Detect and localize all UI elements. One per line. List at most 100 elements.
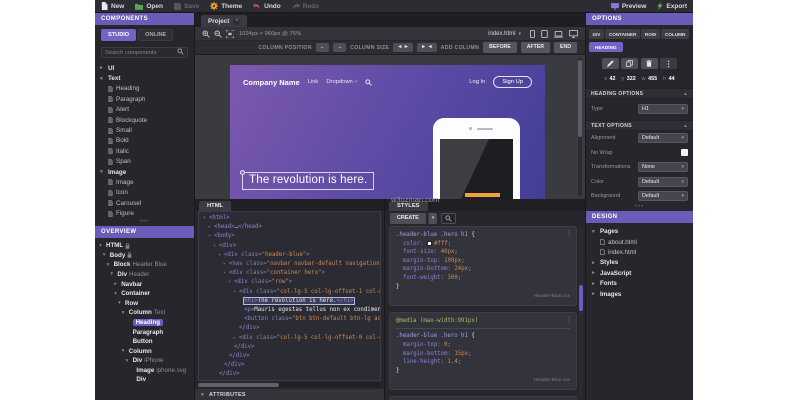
component-item-small[interactable]: Small <box>95 125 194 135</box>
move-column-left-button[interactable]: ← <box>315 42 329 53</box>
preview-brand[interactable]: Company Name <box>243 78 300 87</box>
tab-column[interactable]: COLUMN <box>661 29 689 39</box>
code-line[interactable]: ▾ <div> <box>201 242 380 251</box>
selected-code-node[interactable]: <h1>The revolution is here.</h1> <box>243 296 355 305</box>
more-button[interactable] <box>660 58 678 69</box>
design-item-fonts[interactable]: ▸ Fonts <box>586 278 693 288</box>
chevron-down-icon[interactable]: ▾ <box>100 169 105 175</box>
chevron-down-icon[interactable]: ▾ <box>114 291 119 297</box>
html-tab[interactable]: HTML <box>199 201 232 211</box>
code-line[interactable]: ▾ <div class="header-blue"> <box>201 251 380 260</box>
code-line[interactable]: </div> <box>201 324 380 333</box>
chevron-down-icon[interactable]: ▾ <box>122 348 127 354</box>
code-line[interactable]: ▾ <body> <box>201 232 380 241</box>
overview-node-column[interactable]: ▾ Column <box>95 346 194 356</box>
preview-nav-link[interactable]: Link <box>308 79 319 85</box>
code-line[interactable]: </div> <box>201 361 380 370</box>
chevron-down-icon[interactable]: ▾ <box>110 271 115 277</box>
undo-button[interactable]: Undo <box>253 3 281 10</box>
component-item-figure[interactable]: Figure <box>95 208 194 218</box>
horizontal-scrollbar[interactable] <box>198 383 381 387</box>
iphone-mockup-image[interactable] <box>433 118 520 199</box>
preview-button[interactable]: Preview <box>610 3 646 10</box>
code-line[interactable]: </div> <box>201 352 380 361</box>
chevron-down-icon[interactable]: ▾ <box>122 310 127 316</box>
overview-node-div[interactable]: Div <box>95 375 194 385</box>
code-line[interactable]: <h1>The revolution is here.</h1> <box>201 296 380 306</box>
component-group-text[interactable]: ▾ Text <box>95 73 194 83</box>
color-swatch[interactable] <box>426 240 432 246</box>
overview-node-row[interactable]: ▾ Row <box>95 298 194 308</box>
components-panel-header[interactable]: COMPONENTS <box>95 13 194 25</box>
component-item-heading[interactable]: Heading <box>95 84 194 94</box>
delete-button[interactable] <box>640 58 658 69</box>
chevron-up-icon[interactable]: ▲ <box>683 91 688 96</box>
chevron-down-icon[interactable]: ▾ <box>103 252 108 258</box>
background-select[interactable]: Default ▾ <box>638 191 688 202</box>
overview-node-div-iphone[interactable]: ▾ Div iPhone <box>95 356 194 366</box>
code-line[interactable]: ▸ <nav class="navbar navbar-default navig… <box>201 260 380 269</box>
component-item-image[interactable]: Image <box>95 177 194 187</box>
component-item-alert[interactable]: Alert <box>95 105 194 115</box>
open-button[interactable]: Open <box>135 3 163 10</box>
edit-button[interactable] <box>601 58 619 69</box>
tab-studio[interactable]: STUDIO <box>101 29 137 41</box>
move-column-right-button[interactable]: → <box>333 42 347 53</box>
alignment-select[interactable]: Default ▾ <box>638 133 688 144</box>
code-line[interactable]: ▾ <div class="col-lg-5 col-lg-offset-1 co… <box>201 288 380 297</box>
close-icon[interactable]: × <box>233 18 241 25</box>
page-select-dropdown[interactable]: index.html ▾ <box>488 31 521 37</box>
component-group-image[interactable]: ▾ Image <box>95 167 194 177</box>
overview-node-container[interactable]: ▾ Container <box>95 289 194 299</box>
chevron-up-icon[interactable]: ▲ <box>683 123 688 128</box>
chevron-right-icon[interactable]: ▸ <box>592 281 597 287</box>
code-line[interactable]: </div> <box>201 343 380 352</box>
page-preview-hero[interactable]: Company Name Link Dropdown ▾ Log In Sign U… <box>230 65 545 199</box>
code-line[interactable]: <p>Mauris egestas tellus non ex condimen… <box>201 306 380 315</box>
overview-node-div-header[interactable]: ▾ Div Header <box>95 270 194 280</box>
section-header-text-options[interactable]: TEXT OPTIONS ▲ <box>586 120 693 131</box>
zoom-in-icon[interactable] <box>202 25 210 43</box>
design-item-pages[interactable]: ▾ Pages <box>586 227 693 237</box>
overview-panel-header[interactable]: OVERVIEW <box>95 225 194 238</box>
component-item-span[interactable]: Span <box>95 157 194 167</box>
add-column-before-button[interactable]: BEFORE <box>483 42 517 53</box>
design-canvas[interactable]: Company Name Link Dropdown ▾ Log In Sign U… <box>195 55 585 199</box>
selected-heading-element[interactable]: The revolution is here. <box>240 170 375 190</box>
code-line[interactable]: ▾ <div class="container hero"> <box>201 269 380 278</box>
overview-node-heading[interactable]: Heading <box>95 318 194 328</box>
chevron-down-icon[interactable]: ▾ <box>99 243 104 249</box>
overview-node-navbar[interactable]: ▸ Navbar <box>95 279 194 289</box>
create-dropdown-caret[interactable]: ▾ <box>427 212 438 224</box>
panel-resize-handle[interactable]: ••• <box>95 219 194 226</box>
fit-screen-icon[interactable] <box>226 25 234 43</box>
component-item-italic[interactable]: Italic <box>95 146 194 156</box>
section-header-heading-options[interactable]: HEADING OPTIONS ▲ <box>586 88 693 99</box>
component-item-icon[interactable]: Icon <box>95 188 194 198</box>
desktop-icon[interactable] <box>569 25 578 43</box>
overview-node-column-text[interactable]: ▾ Column Text <box>95 308 194 318</box>
chevron-right-icon[interactable]: ▸ <box>100 65 105 71</box>
canvas-scrollbar[interactable] <box>578 58 582 196</box>
code-line[interactable]: ▾ <div class="row"> <box>201 278 380 287</box>
chevron-right-icon[interactable]: ▸ <box>592 291 597 297</box>
css-rule-card[interactable]: ⋮ @media (max-width:991px) .header-blue .h… <box>389 311 577 390</box>
copy-button[interactable] <box>621 58 639 69</box>
styles-search-button[interactable] <box>441 212 457 224</box>
color-select[interactable]: Default ▾ <box>638 176 688 187</box>
search-components-input[interactable]: Search components <box>101 47 188 58</box>
preview-login-link[interactable]: Log In <box>469 79 485 85</box>
chevron-down-icon[interactable]: ▾ <box>100 76 105 82</box>
preview-signup-button[interactable]: Sign Up <box>493 76 532 88</box>
design-panel-header[interactable]: DESIGN <box>586 210 693 223</box>
code-line[interactable]: ▸ <head>…</head> <box>201 223 380 232</box>
theme-button[interactable]: Theme <box>210 2 242 10</box>
design-item-index-html[interactable]: index.html <box>586 247 693 257</box>
code-line[interactable]: </div> <box>201 370 380 379</box>
component-item-blockquote[interactable]: Blockquote <box>95 115 194 125</box>
phone-icon[interactable] <box>530 25 535 43</box>
create-style-button[interactable]: CREATE <box>390 212 426 224</box>
design-item-images[interactable]: ▸ Images <box>586 289 693 299</box>
options-panel-header[interactable]: OPTIONS <box>586 13 693 25</box>
chevron-right-icon[interactable]: ▸ <box>592 260 597 266</box>
